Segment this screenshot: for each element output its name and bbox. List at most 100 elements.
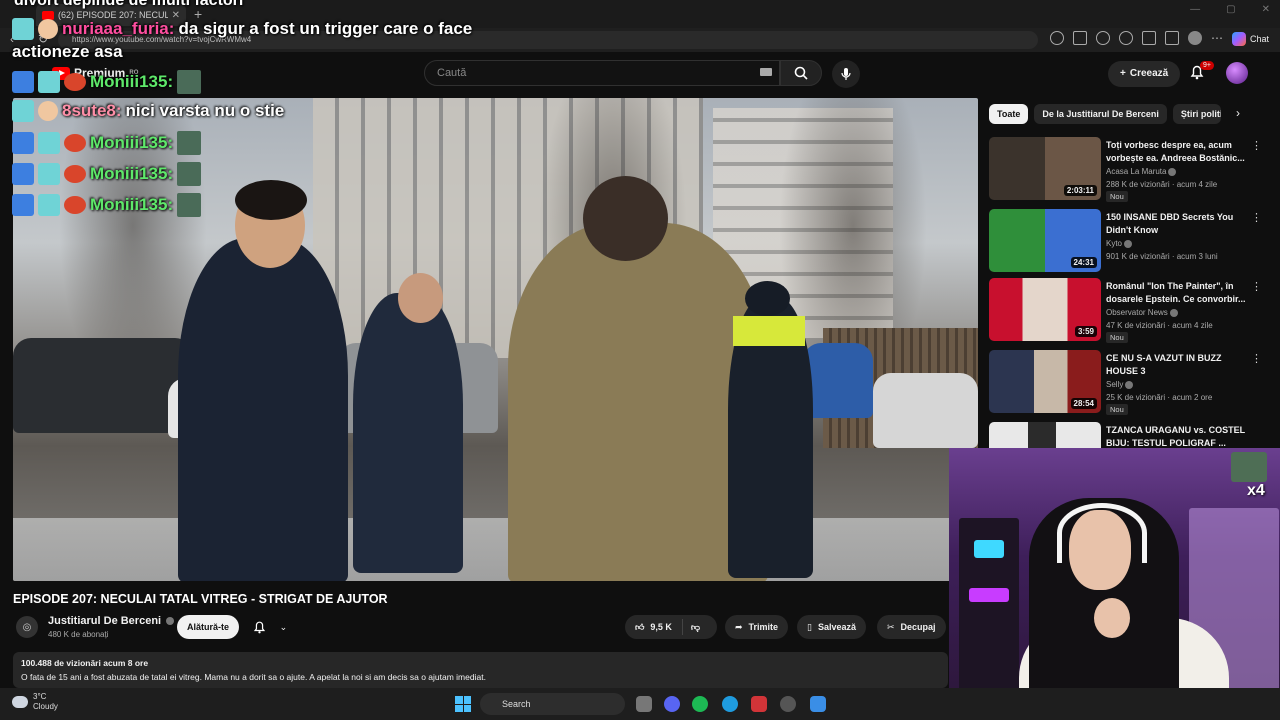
split-screen-icon[interactable]	[1165, 31, 1179, 45]
extension-icon[interactable]	[1050, 31, 1064, 45]
windows-taskbar: 3°C Cloudy Search	[0, 688, 1280, 720]
description-box[interactable]: 100.488 de vizionări acum 8 ore O fata d…	[13, 652, 948, 688]
refresh-ext-icon[interactable]	[1119, 31, 1133, 45]
copilot-chat-button[interactable]: Chat	[1232, 32, 1269, 46]
recommendation-title[interactable]: CE NU S-A VAZUT IN BUZZ HOUSE 3	[1106, 352, 1246, 378]
window-controls: — ▢ ✕	[1190, 4, 1270, 15]
recommendation-item[interactable]: 2:03:11 Toți vorbesc despre ea, acum vor…	[989, 137, 1269, 203]
share-button[interactable]: ➦ Trimite	[725, 615, 789, 639]
user-badge-icon	[38, 19, 58, 39]
collections-icon[interactable]	[1142, 31, 1156, 45]
chip-news[interactable]: Știri politice	[1172, 104, 1221, 124]
more-options-icon[interactable]: ⋮	[1251, 211, 1262, 224]
recommendation-item[interactable]: 24:31 150 INSANE DBD Secrets You Didn't …	[989, 209, 1269, 275]
snowy-ground	[13, 518, 978, 581]
save-button[interactable]: ▯ Salvează	[797, 615, 866, 639]
like-dislike-group: 👍︎ 9,5 K 👎︎	[625, 615, 717, 639]
chat-label: Chat	[1250, 34, 1270, 44]
more-icon[interactable]: ⋯	[1211, 31, 1223, 45]
recommendation-title[interactable]: Românul "Ion The Painter", în dosarele E…	[1106, 280, 1246, 306]
recommendation-title[interactable]: TZANCA URAGANU vs. COSTEL BIJU: TESTUL P…	[1106, 424, 1246, 448]
channel-name[interactable]: Justitiarul De Berceni	[48, 615, 175, 627]
chip-from-channel[interactable]: De la Justitiarul De Berceni	[1034, 104, 1167, 124]
weather-condition: Cloudy	[33, 702, 58, 711]
recommendation-channel[interactable]: Observator News	[1106, 308, 1178, 317]
chip-all[interactable]: Toate	[989, 104, 1029, 124]
recommendation-channel[interactable]: Selly	[1106, 380, 1134, 389]
chat-message: nuriaaa_furia: da sigur a fost un trigge…	[12, 18, 472, 40]
user-badge-icon	[38, 101, 58, 121]
video-thumbnail[interactable]: 2:03:11	[989, 137, 1101, 200]
temperature: 3°C	[33, 692, 47, 701]
minimize-icon[interactable]: —	[1190, 4, 1200, 15]
verified-icon	[1169, 308, 1178, 317]
recommendation-item[interactable]: TZANCA URAGANU vs. COSTEL BIJU: TESTUL P…	[989, 422, 1269, 448]
create-button[interactable]: + Creează	[1108, 61, 1181, 87]
recommendation-channel[interactable]: Kyto	[1106, 239, 1133, 248]
discord-icon[interactable]	[664, 696, 680, 712]
devil-emote-icon	[64, 134, 86, 152]
police-officer	[178, 238, 348, 581]
more-options-icon[interactable]: ⋮	[1251, 352, 1262, 365]
channel-text: Kyto	[1106, 239, 1123, 248]
channel-avatar[interactable]: ◎	[16, 616, 38, 638]
video-thumbnail[interactable]	[989, 422, 1101, 448]
duration-badge: 24:31	[1070, 257, 1097, 268]
recommendation-meta: 47 K de vizionări · acum 4 zile	[1106, 321, 1213, 330]
join-button[interactable]: Alătură-te	[177, 615, 240, 639]
search-input[interactable]: Caută	[424, 60, 780, 86]
thumbs-up-icon: 👍︎	[635, 621, 645, 632]
recommendation-item[interactable]: 3:59 Românul "Ion The Painter", în dosar…	[989, 278, 1269, 344]
steam-icon[interactable]	[780, 696, 796, 712]
chevron-right-icon[interactable]: ›	[1236, 106, 1240, 120]
recommendation-channel[interactable]: Acasa La Maruta	[1106, 167, 1177, 176]
subscriber-badge-icon	[12, 18, 34, 40]
emote-icon	[177, 70, 202, 94]
channel-text: Observator News	[1106, 308, 1168, 317]
edge-icon[interactable]	[722, 696, 738, 712]
video-thumbnail[interactable]: 28:54	[989, 350, 1101, 413]
chat-message: Moniii135:	[12, 193, 202, 217]
app-icon[interactable]	[751, 696, 767, 712]
task-view-icon[interactable]	[636, 696, 652, 712]
more-options-icon[interactable]: ⋮	[1251, 280, 1262, 293]
headphones	[1057, 503, 1147, 563]
recommendation-title[interactable]: Toți vorbesc despre ea, acum vorbește ea…	[1106, 139, 1246, 165]
subscription-bell-button[interactable]: ⌄	[246, 616, 294, 638]
clip-label: Decupaj	[900, 622, 936, 632]
keyboard-icon[interactable]	[760, 68, 772, 76]
moderator-badge-icon	[12, 71, 34, 93]
search-button[interactable]	[780, 60, 822, 86]
recommendation-item[interactable]: 28:54 CE NU S-A VAZUT IN BUZZ HOUSE 3 Se…	[989, 350, 1269, 416]
moderator-badge-icon	[12, 163, 34, 185]
weather-widget[interactable]: 3°C Cloudy	[12, 692, 58, 712]
favorite-star-icon[interactable]	[1096, 31, 1110, 45]
maximize-icon[interactable]: ▢	[1226, 4, 1235, 15]
description-text: O fata de 15 ani a fost abuzata de tatal…	[21, 672, 486, 682]
voice-search-button[interactable]	[832, 60, 860, 88]
emote-icon	[177, 193, 202, 217]
new-badge: Nou	[1106, 191, 1128, 202]
emote-icon	[1231, 452, 1267, 482]
video-thumbnail[interactable]: 24:31	[989, 209, 1101, 272]
windows-start-icon[interactable]	[455, 696, 471, 712]
profile-avatar-icon[interactable]	[1188, 31, 1202, 45]
recommendation-meta: 25 K de vizionări · acum 2 ore	[1106, 393, 1213, 402]
recommendation-title[interactable]: 150 INSANE DBD Secrets You Didn't Know	[1106, 211, 1246, 237]
parked-car	[803, 343, 873, 418]
clip-button[interactable]: ✂ Decupaj	[877, 615, 946, 639]
close-window-icon[interactable]: ✕	[1262, 4, 1270, 15]
video-thumbnail[interactable]: 3:59	[989, 278, 1101, 341]
devil-emote-icon	[64, 196, 86, 214]
new-badge: Nou	[1106, 404, 1128, 415]
video-title: EPISODE 207: NECULAI TATAL VITREG - STRI…	[13, 592, 388, 606]
taskbar-search[interactable]: Search	[480, 693, 625, 715]
chat-text: divort depinde de multi factori	[14, 0, 244, 9]
spotify-icon[interactable]	[692, 696, 708, 712]
more-options-icon[interactable]: ⋮	[1251, 139, 1262, 152]
dislike-button[interactable]: 👎︎	[683, 622, 708, 633]
app-icon[interactable]	[810, 696, 826, 712]
user-avatar[interactable]	[1226, 62, 1248, 84]
like-button[interactable]: 👍︎ 9,5 K	[625, 619, 683, 635]
app-icon[interactable]	[1073, 31, 1087, 45]
